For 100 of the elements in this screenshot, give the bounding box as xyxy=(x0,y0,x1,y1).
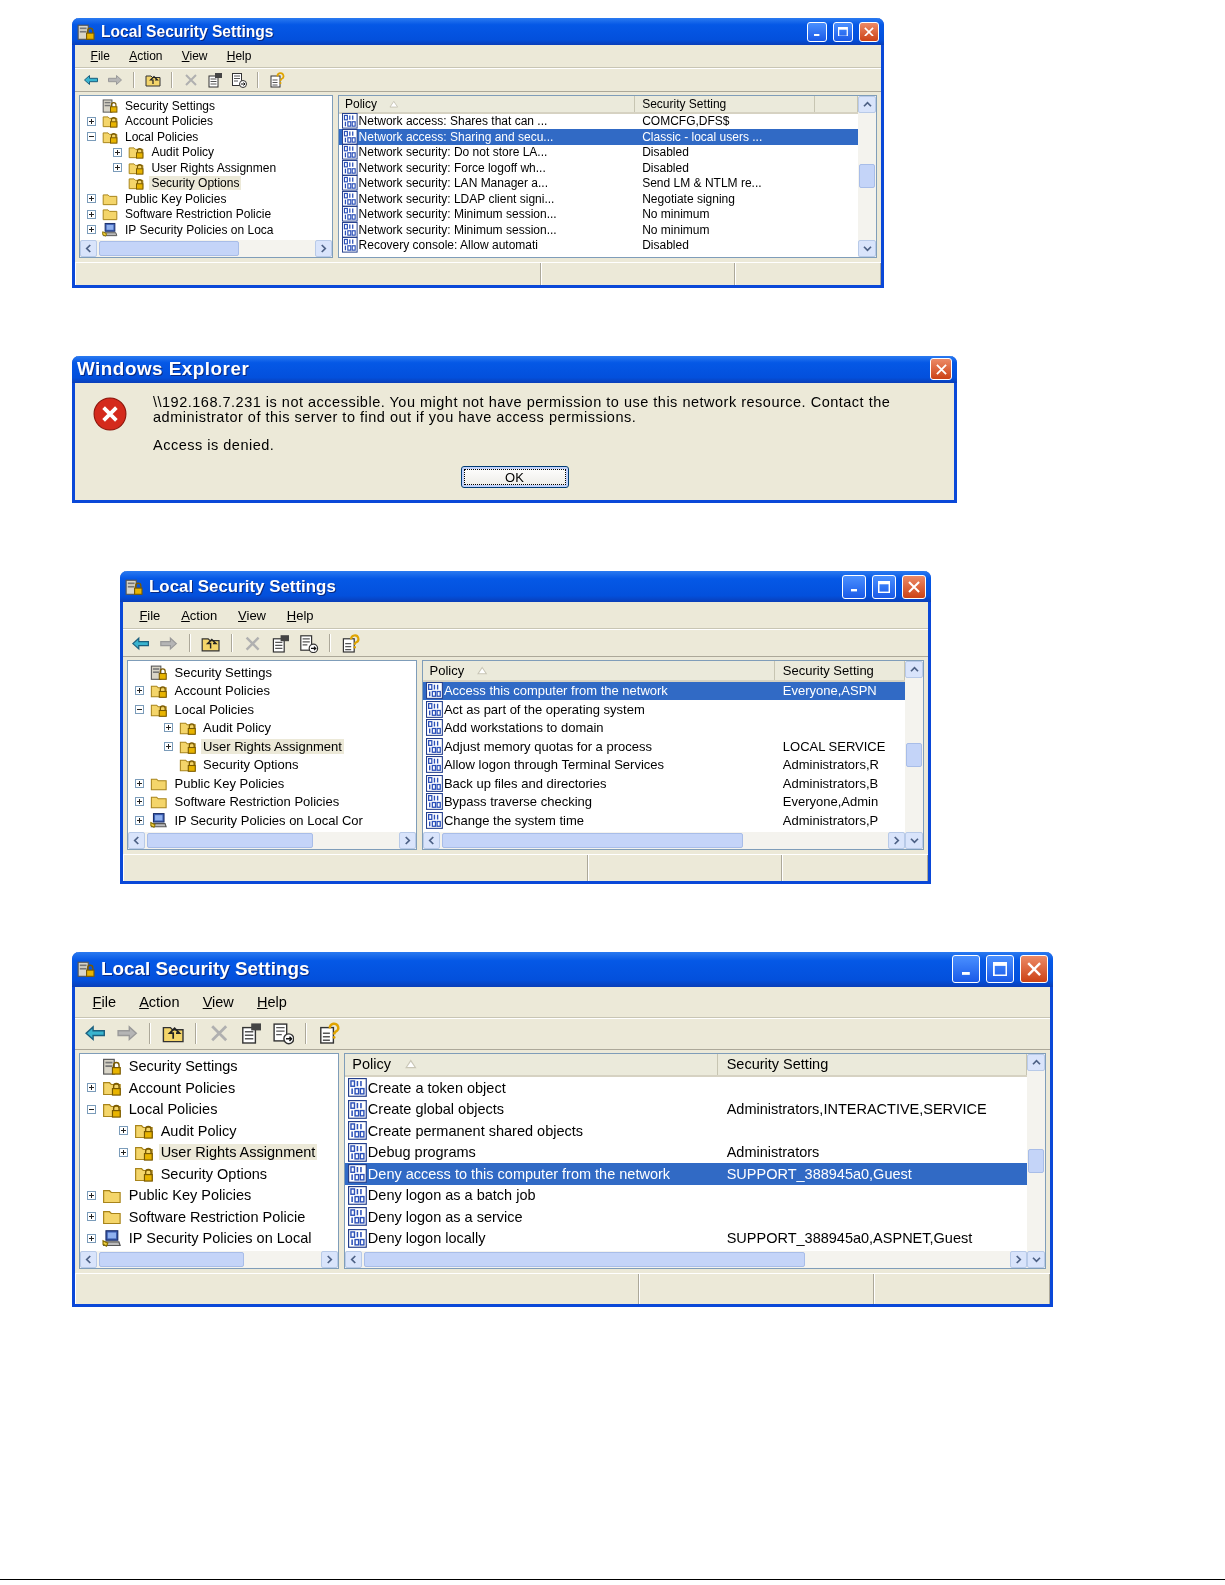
maximize-button[interactable] xyxy=(872,574,896,599)
scroll-down-button[interactable] xyxy=(1027,1251,1045,1269)
tree-item[interactable]: IP Security Policies on Local xyxy=(126,1230,314,1247)
tree-item[interactable]: Audit Policy xyxy=(201,720,273,736)
list-row[interactable]: Act as part of the operating system xyxy=(423,700,905,719)
column-header[interactable]: Policy xyxy=(339,96,635,112)
expand-icon[interactable] xyxy=(87,225,96,235)
menu-item[interactable]: Help xyxy=(276,607,324,623)
expand-icon[interactable] xyxy=(135,686,144,696)
tree-item[interactable]: User Rights Assignment xyxy=(201,738,344,754)
expand-icon[interactable] xyxy=(163,741,173,751)
list-row[interactable]: Back up files and directories Administrators,B xyxy=(423,774,905,793)
scroll-thumb[interactable] xyxy=(99,240,240,256)
scroll-thumb[interactable] xyxy=(906,742,922,767)
minimize-button[interactable] xyxy=(807,21,827,42)
list-row[interactable]: Network security: Do not store LA... Disabled xyxy=(339,144,858,160)
list-row[interactable]: Create permanent shared objects xyxy=(345,1120,1027,1142)
close-button[interactable] xyxy=(859,21,879,42)
vertical-scrollbar[interactable] xyxy=(905,661,923,849)
column-header[interactable]: Policy xyxy=(423,661,775,680)
tree-item[interactable]: Security Options xyxy=(201,757,301,773)
ok-button[interactable]: OK xyxy=(460,466,569,489)
expand-icon[interactable] xyxy=(135,778,144,788)
tree-item[interactable]: Public Key Policies xyxy=(123,191,229,206)
tree-item[interactable]: Security Settings xyxy=(126,1058,240,1075)
expand-icon[interactable] xyxy=(113,163,123,173)
list-row[interactable]: Deny logon locally SUPPORT_388945a0,ASPNET,Guest xyxy=(345,1227,1027,1250)
collapse-icon[interactable] xyxy=(87,1104,96,1114)
scroll-right-button[interactable] xyxy=(321,1251,338,1269)
list-row[interactable]: Add workstations to domain xyxy=(423,718,905,738)
list-row[interactable]: Adjust memory quotas for a process LOCAL SERVICE xyxy=(423,737,905,756)
scroll-thumb[interactable] xyxy=(147,832,313,848)
scroll-down-button[interactable] xyxy=(905,831,923,849)
tree-item[interactable]: Local Policies xyxy=(126,1101,220,1118)
expand-icon[interactable] xyxy=(87,1190,96,1200)
expand-icon[interactable] xyxy=(113,147,123,157)
tree-item[interactable]: Security Options xyxy=(149,176,242,191)
scroll-down-button[interactable] xyxy=(858,239,876,257)
scroll-up-button[interactable] xyxy=(858,96,876,113)
list-row[interactable]: Network security: Force logoff wh... Disabled xyxy=(339,160,858,176)
vertical-scrollbar[interactable] xyxy=(1027,1053,1045,1269)
menu-item[interactable]: File xyxy=(81,49,120,63)
expand-icon[interactable] xyxy=(87,1233,96,1243)
expand-icon[interactable] xyxy=(135,815,144,825)
scroll-thumb[interactable] xyxy=(859,164,875,189)
vertical-scrollbar[interactable] xyxy=(858,96,876,257)
tree-item[interactable]: Local Policies xyxy=(172,701,256,717)
collapse-icon[interactable] xyxy=(135,704,144,714)
horizontal-scrollbar[interactable] xyxy=(423,831,905,849)
expand-icon[interactable] xyxy=(87,1083,96,1093)
tree-item[interactable]: Audit Policy xyxy=(149,145,217,160)
tree-item[interactable]: IP Security Policies on Local Cor xyxy=(172,812,365,828)
list-row[interactable]: Network security: Minimum session... No minimum xyxy=(339,206,858,222)
scroll-up-button[interactable] xyxy=(905,661,923,679)
expand-icon[interactable] xyxy=(87,194,96,204)
scroll-right-button[interactable] xyxy=(1010,1251,1027,1269)
expand-icon[interactable] xyxy=(118,1147,128,1157)
scroll-up-button[interactable] xyxy=(1027,1053,1045,1071)
close-button[interactable] xyxy=(930,358,952,380)
list-row[interactable]: Create a token object xyxy=(345,1077,1027,1099)
minimize-button[interactable] xyxy=(842,574,866,599)
tree-item[interactable]: Public Key Policies xyxy=(126,1187,254,1204)
menu-item[interactable]: File xyxy=(81,993,128,1010)
horizontal-scrollbar[interactable] xyxy=(80,239,332,257)
scroll-left-button[interactable] xyxy=(80,1251,97,1269)
expand-icon[interactable] xyxy=(163,723,173,733)
tree-item[interactable]: Security Settings xyxy=(123,98,218,113)
scroll-left-button[interactable] xyxy=(423,831,440,849)
expand-icon[interactable] xyxy=(87,209,96,219)
column-header[interactable]: Security Setting xyxy=(635,96,815,112)
menu-item[interactable]: Action xyxy=(127,993,192,1010)
scroll-left-button[interactable] xyxy=(80,239,97,257)
tree-item[interactable]: Account Policies xyxy=(172,683,272,699)
menu-item[interactable]: View xyxy=(227,607,277,623)
list-row[interactable]: Network security: LAN Manager a... Send LM & NTLM re... xyxy=(339,175,858,191)
tree-item[interactable]: User Rights Assignmen xyxy=(149,160,279,175)
scroll-right-button[interactable] xyxy=(888,831,905,849)
menu-item[interactable]: Help xyxy=(245,993,299,1010)
close-button[interactable] xyxy=(1020,955,1048,984)
list-row[interactable]: Create global objects Administrators,INTERACTIVE,SERVICE xyxy=(345,1098,1027,1121)
tree-item[interactable]: IP Security Policies on Loca xyxy=(123,222,276,237)
list-row[interactable]: Network access: Sharing and secu... Classic - local users ... xyxy=(339,129,858,145)
properties-button[interactable] xyxy=(205,70,225,90)
list-row[interactable]: Bypass traverse checking Everyone,Admin xyxy=(423,792,905,812)
expand-icon[interactable] xyxy=(118,1126,128,1136)
list-row[interactable]: Allow logon through Terminal Services Administrators,R xyxy=(423,755,905,775)
scroll-left-button[interactable] xyxy=(345,1251,362,1269)
export-list-button[interactable] xyxy=(229,70,249,90)
scroll-thumb[interactable] xyxy=(1028,1148,1044,1173)
tree-item[interactable]: Account Policies xyxy=(123,114,216,129)
tree-item[interactable]: Audit Policy xyxy=(158,1122,239,1139)
menu-item[interactable]: Action xyxy=(170,607,228,623)
tree-item[interactable]: Software Restriction Policies xyxy=(172,794,342,810)
collapse-icon[interactable] xyxy=(87,132,96,142)
horizontal-scrollbar[interactable] xyxy=(80,1251,338,1269)
scroll-right-button[interactable] xyxy=(399,831,416,849)
menu-item[interactable]: View xyxy=(172,49,218,63)
list-row[interactable]: Change the system time Administrators,P xyxy=(423,811,905,830)
tree-item[interactable]: Security Settings xyxy=(172,664,275,680)
list-row[interactable]: Deny access to this computer from the network SUPPORT_388945a0,Guest xyxy=(345,1163,1027,1185)
